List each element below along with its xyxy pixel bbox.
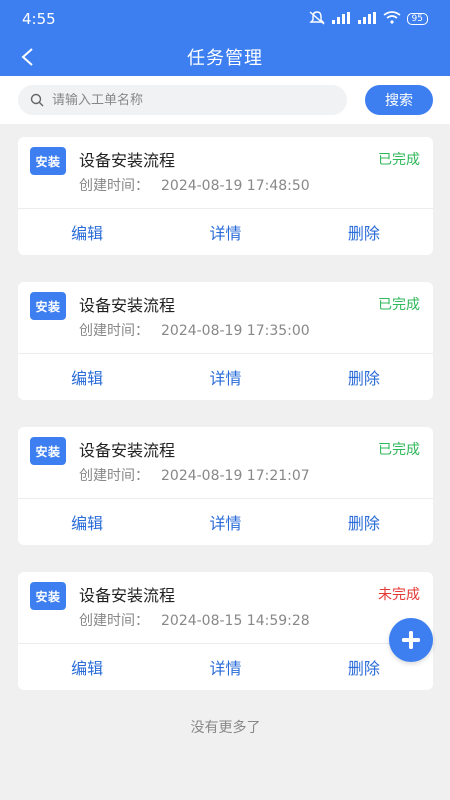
install-badge: 安装 bbox=[30, 292, 66, 320]
back-button[interactable] bbox=[14, 44, 40, 70]
search-button[interactable]: 搜索 bbox=[365, 85, 433, 115]
task-created-time: 创建时间： 2024-08-15 14:59:28 bbox=[79, 610, 310, 630]
status-icons: 95 bbox=[308, 10, 428, 28]
status-badge: 已完成 bbox=[378, 152, 420, 168]
task-card[interactable]: 安装 设备安装流程 创建时间： 2024-08-19 17:48:50 已完成 编… bbox=[18, 137, 433, 255]
add-task-button[interactable] bbox=[389, 618, 433, 662]
battery-icon: 95 bbox=[406, 13, 428, 25]
search-box[interactable] bbox=[18, 85, 347, 115]
task-created-time: 创建时间： 2024-08-19 17:21:07 bbox=[79, 465, 310, 485]
detail-button[interactable]: 详情 bbox=[156, 354, 294, 400]
time-value: 2024-08-19 17:48:50 bbox=[161, 178, 310, 194]
time-value: 2024-08-19 17:21:07 bbox=[161, 468, 310, 484]
page-title: 任务管理 bbox=[187, 48, 263, 69]
task-list: 安装 设备安装流程 创建时间： 2024-08-19 17:48:50 已完成 编… bbox=[0, 124, 450, 737]
edit-button[interactable]: 编辑 bbox=[18, 354, 156, 400]
task-actions: 编辑 详情 删除 bbox=[18, 644, 433, 690]
signal-icon-2 bbox=[357, 11, 377, 27]
detail-button[interactable]: 详情 bbox=[156, 209, 294, 255]
delete-button[interactable]: 删除 bbox=[295, 499, 433, 545]
nav-bar: 任务管理 bbox=[0, 38, 450, 76]
task-card[interactable]: 安装 设备安装流程 创建时间： 2024-08-19 17:35:00 已完成 编… bbox=[18, 282, 433, 400]
edit-button[interactable]: 编辑 bbox=[18, 499, 156, 545]
signal-icon bbox=[331, 11, 351, 27]
detail-button[interactable]: 详情 bbox=[156, 499, 294, 545]
time-label: 创建时间： bbox=[79, 613, 149, 629]
delete-button[interactable]: 删除 bbox=[295, 354, 433, 400]
no-more-text: 没有更多了 bbox=[190, 720, 261, 736]
search-icon bbox=[30, 93, 44, 107]
install-badge: 安装 bbox=[30, 147, 66, 175]
search-input[interactable] bbox=[52, 92, 322, 108]
task-title: 设备安装流程 bbox=[79, 586, 176, 605]
task-title: 设备安装流程 bbox=[79, 441, 176, 460]
task-title: 设备安装流程 bbox=[79, 296, 176, 315]
search-area: 搜索 bbox=[0, 76, 450, 124]
task-card-body: 安装 设备安装流程 创建时间： 2024-08-19 17:21:07 已完成 bbox=[18, 427, 433, 499]
task-actions: 编辑 详情 删除 bbox=[18, 209, 433, 255]
detail-button[interactable]: 详情 bbox=[156, 644, 294, 690]
install-badge: 安装 bbox=[30, 582, 66, 610]
edit-button[interactable]: 编辑 bbox=[18, 644, 156, 690]
task-card[interactable]: 安装 设备安装流程 创建时间： 2024-08-19 17:21:07 已完成 编… bbox=[18, 427, 433, 545]
time-value: 2024-08-19 17:35:00 bbox=[161, 323, 310, 339]
task-card-body: 安装 设备安装流程 创建时间： 2024-08-19 17:35:00 已完成 bbox=[18, 282, 433, 354]
task-created-time: 创建时间： 2024-08-19 17:35:00 bbox=[79, 320, 310, 340]
status-time: 4:55 bbox=[22, 10, 56, 28]
task-created-time: 创建时间： 2024-08-19 17:48:50 bbox=[79, 175, 310, 195]
delete-button[interactable]: 删除 bbox=[295, 209, 433, 255]
status-badge: 已完成 bbox=[378, 297, 420, 313]
task-card-body: 安装 设备安装流程 创建时间： 2024-08-15 14:59:28 未完成 bbox=[18, 572, 433, 644]
task-actions: 编辑 详情 删除 bbox=[18, 354, 433, 400]
time-label: 创建时间： bbox=[79, 323, 149, 339]
task-card-body: 安装 设备安装流程 创建时间： 2024-08-19 17:48:50 已完成 bbox=[18, 137, 433, 209]
time-label: 创建时间： bbox=[79, 178, 149, 194]
status-badge: 已完成 bbox=[378, 442, 420, 458]
status-bar: 4:55 95 bbox=[0, 0, 450, 38]
chevron-left-icon bbox=[21, 48, 33, 66]
task-card[interactable]: 安装 设备安装流程 创建时间： 2024-08-15 14:59:28 未完成 编… bbox=[18, 572, 433, 690]
time-value: 2024-08-15 14:59:28 bbox=[161, 613, 310, 629]
mute-icon bbox=[308, 10, 325, 28]
task-title: 设备安装流程 bbox=[79, 151, 176, 170]
task-actions: 编辑 详情 删除 bbox=[18, 499, 433, 545]
edit-button[interactable]: 编辑 bbox=[18, 209, 156, 255]
time-label: 创建时间： bbox=[79, 468, 149, 484]
app-header: 4:55 95 任务管理 bbox=[0, 0, 450, 76]
plus-icon bbox=[402, 631, 420, 649]
status-badge: 未完成 bbox=[378, 587, 420, 603]
wifi-icon bbox=[383, 11, 401, 27]
install-badge: 安装 bbox=[30, 437, 66, 465]
